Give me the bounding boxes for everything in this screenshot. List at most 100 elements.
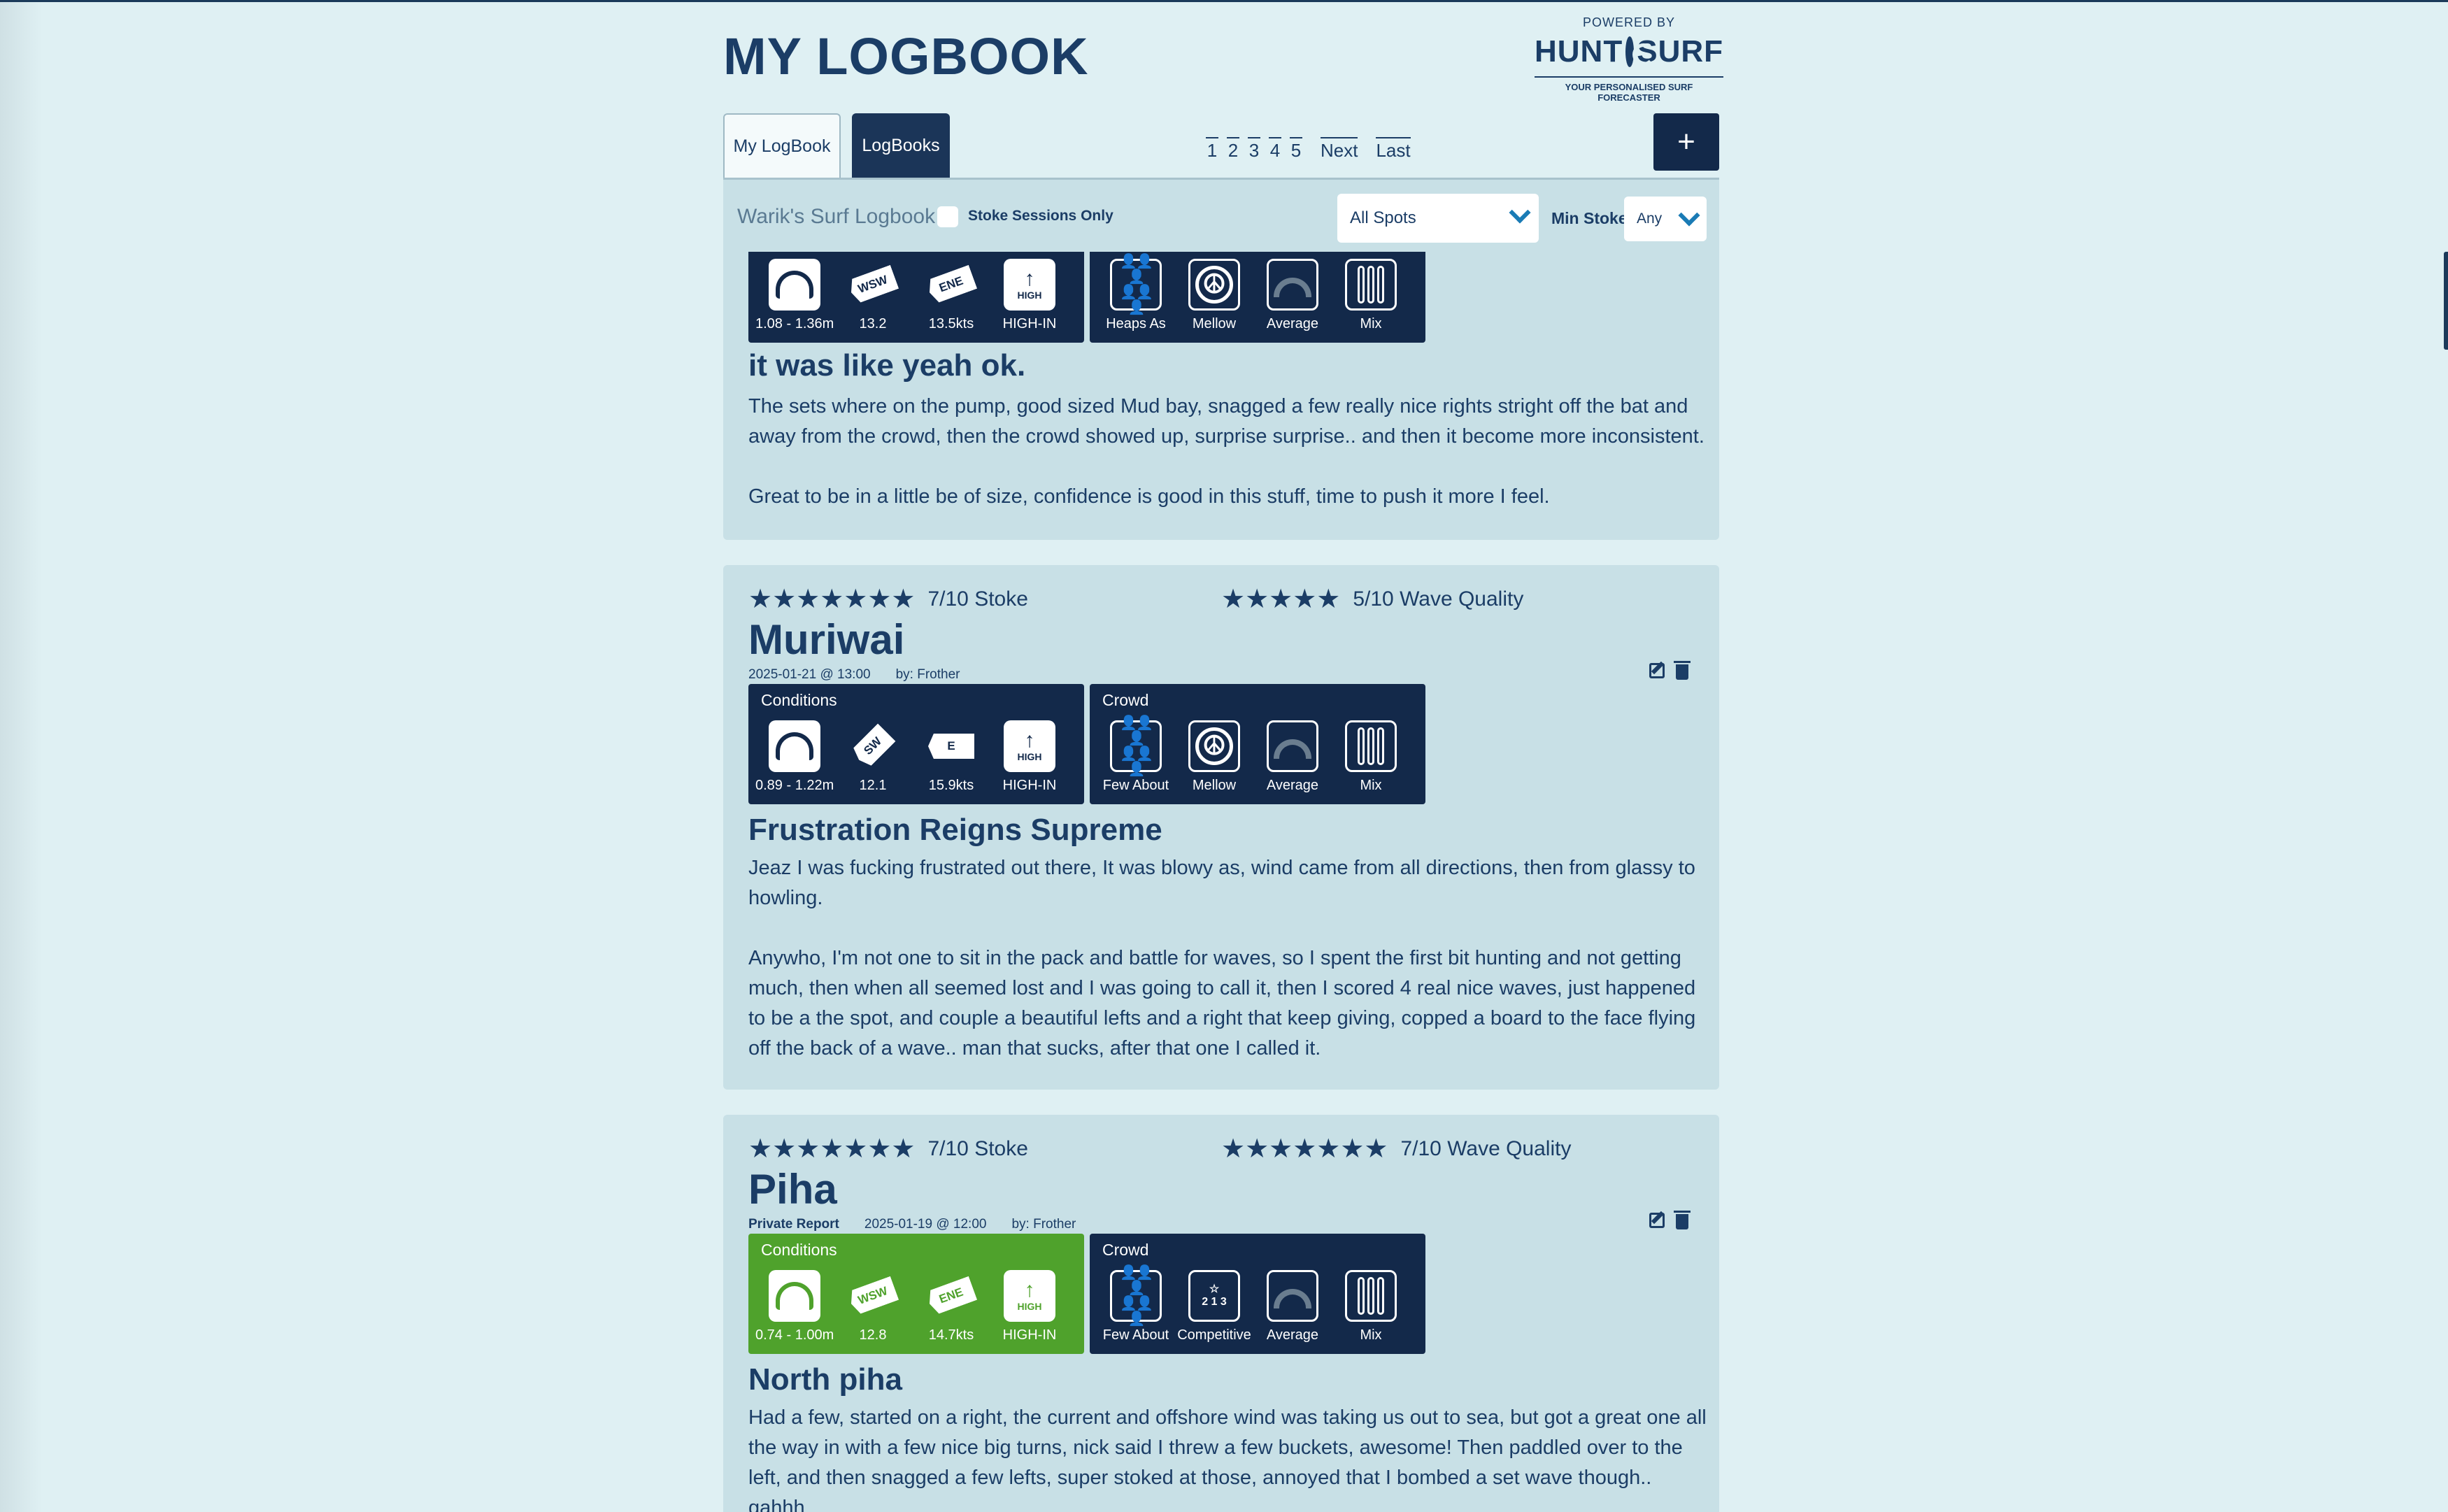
- entry-author: by: Frother: [1011, 1217, 1076, 1232]
- page-link-2[interactable]: 2: [1227, 137, 1239, 162]
- crowd-panel: 👤👤👤 👤👤👤 Heaps As ☮ Mellow Average Mix: [1090, 252, 1425, 343]
- crowd-panel: Crowd 👤👤👤 👤👤👤 Few About ☮ Mellow Average Mi…: [1090, 684, 1425, 804]
- post-body: The sets where on the pump, good sized M…: [748, 395, 1705, 508]
- direction-tag-icon: SW: [847, 720, 899, 772]
- surfboards-icon: [1345, 1270, 1397, 1322]
- page-link-4[interactable]: 4: [1269, 137, 1281, 162]
- add-entry-button[interactable]: +: [1653, 113, 1719, 171]
- swell-height: 0.74 - 1.00m: [755, 1270, 834, 1343]
- brand-name-left: HUNT: [1535, 34, 1623, 69]
- star-icon: ★★★★★★★: [748, 1134, 916, 1164]
- chevron-down-icon: [1678, 204, 1700, 227]
- stoke-sessions-checkbox[interactable]: [937, 206, 958, 227]
- crowd-vibe: ☮ Mellow: [1175, 720, 1253, 794]
- scrollbar-thumb[interactable]: [2444, 252, 2448, 350]
- page-link-5[interactable]: 5: [1290, 137, 1302, 162]
- peace-icon: ☮: [1188, 720, 1240, 772]
- swirl-icon: [1625, 36, 1656, 67]
- tab-logbooks[interactable]: LogBooks: [852, 113, 950, 178]
- logbook-name: Warik's Surf Logbook: [737, 205, 936, 228]
- post-body: Jeaz I was fucking frustrated out there,…: [748, 857, 1696, 1060]
- star-icon: ★★★★★★★: [1221, 1134, 1388, 1164]
- spot-select[interactable]: All Spots: [1337, 194, 1539, 243]
- trash-icon[interactable]: [1674, 1211, 1691, 1229]
- wave-icon: [769, 259, 820, 311]
- crowd-size: 👤👤👤 👤👤👤 Heaps As: [1106, 254, 1166, 331]
- last-page-link[interactable]: Last: [1376, 137, 1411, 162]
- crowd-size: 👤👤👤 👤👤👤 Few About: [1102, 715, 1169, 793]
- page-link-1[interactable]: 1: [1206, 137, 1218, 162]
- stoke-sessions-label[interactable]: Stoke Sessions Only: [968, 208, 1113, 224]
- page-link-3[interactable]: 3: [1248, 137, 1260, 162]
- filter-bar: Warik's Surf Logbook Stoke Sessions Only…: [723, 178, 1719, 252]
- brand-tagline: YOUR PERSONALISED SURF FORECASTER: [1535, 76, 1723, 103]
- direction-tag-icon: WSW: [847, 1270, 899, 1322]
- peace-icon: ☮: [1188, 259, 1240, 311]
- conditions-panel: 1.08 - 1.36m WSW 13.2 ENE 13.5kts ↑ HIGH HIG…: [748, 252, 1084, 343]
- pagination: 1 2 3 4 5 Next Last: [1206, 137, 1411, 162]
- private-report-badge: Private Report: [748, 1217, 839, 1232]
- tide-arrow-icon: ↑ HIGH: [1004, 720, 1055, 772]
- crowd-boards: Mix: [1332, 259, 1410, 332]
- next-page-link[interactable]: Next: [1321, 137, 1358, 162]
- tab-my-logbook[interactable]: My LogBook: [723, 113, 841, 178]
- stoke-rating: ★★★★★★★ 7/10 Stoke: [748, 585, 1028, 614]
- page-title: MY LOGBOOK: [723, 27, 1089, 85]
- min-stoke-select[interactable]: Any: [1624, 197, 1707, 241]
- edit-icon[interactable]: [1649, 663, 1665, 678]
- star-icon: ★★★★★★★: [748, 585, 916, 614]
- direction-tag-icon: WSW: [847, 259, 899, 311]
- crowd-panel: Crowd 👤👤👤 👤👤👤 Few About ☆ 2 1 3 Competitive …: [1090, 1234, 1425, 1354]
- swell-direction: WSW 13.2: [834, 259, 912, 332]
- log-entry-card: ★★★★★★★ 7/10 Stoke ★★★★★ 5/10 Wave Quali…: [723, 565, 1719, 1090]
- crowd-boards: Mix: [1332, 1270, 1410, 1343]
- podium-icon: ☆ 2 1 3: [1188, 1270, 1240, 1322]
- min-stoke-value: Any: [1637, 211, 1663, 227]
- conditions-panel: Conditions 0.74 - 1.00m WSW 12.8 ENE 14.7k…: [748, 1234, 1084, 1354]
- people-icon: 👤👤👤 👤👤👤: [1110, 254, 1162, 315]
- wave-quality-rating: ★★★★★★★ 7/10 Wave Quality: [1221, 1134, 1572, 1164]
- wind-tag-icon: E: [925, 720, 977, 772]
- entry-author: by: Frother: [895, 667, 960, 682]
- people-icon: 👤👤👤 👤👤👤: [1110, 1265, 1162, 1327]
- powered-by-label: POWERED BY: [1582, 15, 1676, 29]
- entry-meta: 2025-01-21 @ 13:00 by: Frother: [748, 667, 960, 683]
- log-entry-card: 1.08 - 1.36m WSW 13.2 ENE 13.5kts ↑ HIGH HIG…: [723, 252, 1719, 540]
- tide: ↑ HIGH HIGH-IN: [990, 1270, 1069, 1343]
- log-entry-card: ★★★★★★★ 7/10 Stoke ★★★★★★★ 7/10 Wave Qua…: [723, 1115, 1719, 1512]
- tide-arrow-icon: ↑ HIGH: [1004, 1270, 1055, 1322]
- wave-icon: [769, 1270, 820, 1322]
- entry-actions: [1649, 661, 1691, 680]
- brand-wordmark: HUNT SURF: [1535, 34, 1723, 69]
- tide-arrow-icon: ↑ HIGH: [1004, 259, 1055, 311]
- crowd-skill: Average: [1253, 259, 1332, 332]
- spot-name[interactable]: Muriwai: [748, 615, 904, 664]
- min-stoke-label: Min Stoke: [1551, 209, 1628, 227]
- conditions-panel: Conditions 0.89 - 1.22m SW 12.1 E 15.9kts …: [748, 684, 1084, 804]
- tide: ↑ HIGH HIGH-IN: [990, 259, 1069, 332]
- post-body: Had a few, started on a right, the curre…: [748, 1406, 1707, 1512]
- gauge-icon: [1267, 1270, 1318, 1322]
- wave-icon: [769, 720, 820, 772]
- crowd-skill: Average: [1253, 1270, 1332, 1343]
- swell-height: 1.08 - 1.36m: [755, 259, 834, 332]
- trash-icon[interactable]: [1674, 661, 1691, 680]
- spot-name[interactable]: Piha: [748, 1165, 837, 1213]
- edit-icon[interactable]: [1649, 1213, 1665, 1228]
- entry-date: 2025-01-21 @ 13:00: [748, 667, 871, 682]
- wind: ENE 13.5kts: [912, 259, 990, 332]
- crowd-vibe: ☆ 2 1 3 Competitive: [1175, 1270, 1253, 1343]
- crowd-skill: Average: [1253, 720, 1332, 794]
- spot-select-value: All Spots: [1350, 208, 1416, 227]
- top-border: [0, 0, 2448, 2]
- crowd-size: 👤👤👤 👤👤👤 Few About: [1102, 1265, 1169, 1343]
- brand-logo[interactable]: POWERED BY HUNT SURF YOUR PERSONALISED S…: [1535, 15, 1723, 103]
- wind: ENE 14.7kts: [912, 1270, 990, 1343]
- swell-direction: SW 12.1: [834, 720, 912, 794]
- wind-tag-icon: ENE: [925, 259, 977, 311]
- people-icon: 👤👤👤 👤👤👤: [1110, 715, 1162, 777]
- tide: ↑ HIGH HIGH-IN: [990, 720, 1069, 794]
- gauge-icon: [1267, 259, 1318, 311]
- gauge-icon: [1267, 720, 1318, 772]
- entry-date: 2025-01-19 @ 12:00: [864, 1217, 987, 1232]
